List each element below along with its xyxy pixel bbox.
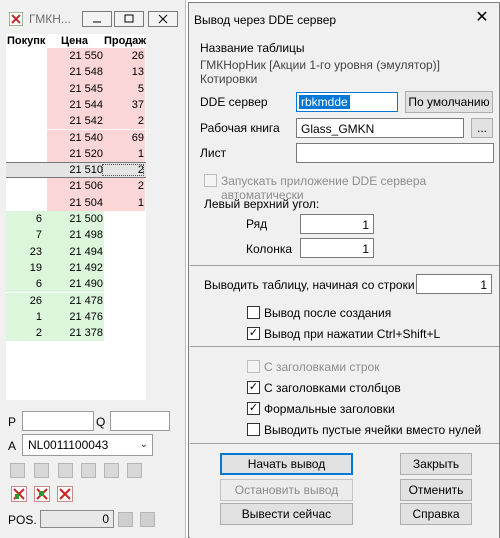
- tool-edit-icon[interactable]: [104, 463, 119, 478]
- sheet-label: Лист: [200, 146, 227, 160]
- browse-button[interactable]: ...: [471, 118, 493, 138]
- close-button[interactable]: [148, 11, 178, 27]
- divider: [190, 443, 499, 444]
- dde-server-label: DDE сервер: [200, 95, 268, 109]
- start-row-input[interactable]: 1: [416, 274, 492, 294]
- workbook-input[interactable]: Glass_GMKN: [296, 118, 464, 138]
- tool-sell-icon[interactable]: [34, 463, 49, 478]
- empty-cells-checkbox[interactable]: [247, 423, 260, 436]
- order-book-table[interactable]: 21 550 26 21 548 13 21 545 5 21 544 37 21 54…: [6, 48, 146, 400]
- order-book-title: ГМКН...: [29, 12, 71, 26]
- order-book-window: ГМКН... Покупк Цена Продаж 21 550 26 21 5…: [0, 0, 186, 538]
- dialog-title: Вывод через DDE сервер: [194, 13, 337, 27]
- table-row[interactable]: 21 544 37: [6, 96, 146, 114]
- position-value: 0: [102, 512, 109, 526]
- table-row[interactable]: 23 21 494: [6, 243, 146, 260]
- dde-dialog: Вывод через DDE сервер ✕ Название таблиц…: [188, 2, 500, 538]
- column-headers-label: С заголовками столбцов: [264, 381, 401, 395]
- table-row[interactable]: 21 542 2: [6, 113, 146, 130]
- after-create-checkbox[interactable]: [247, 306, 260, 319]
- account-label: A: [8, 439, 17, 453]
- order-book-titlebar: ГМКН...: [0, 6, 186, 32]
- autostart-checkbox[interactable]: [204, 174, 217, 187]
- table-row[interactable]: 6 21 490: [6, 276, 146, 293]
- empty-cells-label: Выводить пустые ячейки вместо нулей: [264, 423, 482, 437]
- column-buy[interactable]: Покупк: [7, 35, 45, 47]
- column-sell[interactable]: Продаж: [104, 35, 146, 47]
- minimize-button[interactable]: [82, 11, 112, 27]
- table-row[interactable]: 21 504 1: [6, 194, 146, 211]
- column-input[interactable]: 1: [300, 238, 374, 258]
- table-row[interactable]: 26 21 478: [6, 292, 146, 309]
- table-row[interactable]: 21 545 5: [6, 80, 146, 97]
- help-button[interactable]: Справка: [400, 503, 472, 525]
- top-left-label: Левый верхний угол:: [204, 197, 320, 211]
- cancel-button[interactable]: Отменить: [400, 479, 472, 501]
- cancel-all-orders-icon[interactable]: [57, 486, 73, 502]
- tool-buy-icon[interactable]: [10, 463, 25, 478]
- dde-server-input[interactable]: rbkmdde: [296, 92, 398, 112]
- table-row[interactable]: 7 21 498: [6, 227, 146, 244]
- formal-headers-label: Формальные заголовки: [264, 402, 395, 416]
- column-price[interactable]: Цена: [61, 35, 88, 47]
- quantity-input[interactable]: [110, 411, 170, 431]
- tool-stop-icon[interactable]: [58, 463, 73, 478]
- close-icon: [158, 14, 168, 24]
- quantity-label: Q: [96, 415, 106, 429]
- table-row[interactable]: 6 21 500: [6, 211, 146, 228]
- maximize-icon: [124, 14, 134, 23]
- row-headers-label: С заголовками строк: [264, 360, 380, 374]
- cancel-sell-orders-icon[interactable]: [34, 486, 50, 502]
- account-select[interactable]: NL0011100043 ⌄: [22, 434, 153, 456]
- account-value: NL0011100043: [28, 438, 109, 452]
- position-label: POS.: [8, 513, 37, 527]
- row-headers-checkbox[interactable]: [247, 360, 260, 373]
- start-output-button[interactable]: Начать вывод: [220, 453, 353, 475]
- app-icon: [9, 12, 23, 26]
- after-create-label: Вывод после создания: [264, 306, 392, 320]
- row-label: Ряд: [246, 217, 268, 231]
- table-row-selected[interactable]: 21 510 2: [6, 162, 146, 179]
- position-reverse-icon[interactable]: [140, 512, 155, 527]
- formal-headers-checkbox[interactable]: ✓: [247, 402, 260, 415]
- table-name-value: ГМКНорНик [Акции 1-го уровня (эмулятор)]…: [200, 58, 440, 86]
- tool-settings-icon[interactable]: [127, 463, 142, 478]
- price-input[interactable]: [22, 411, 94, 431]
- close-dialog-button[interactable]: Закрыть: [400, 453, 472, 475]
- row-input[interactable]: 1: [300, 214, 374, 234]
- sheet-input[interactable]: [296, 143, 494, 163]
- price-label: P: [8, 415, 17, 429]
- column-label: Колонка: [246, 242, 293, 256]
- table-row[interactable]: 2 21 378: [6, 325, 146, 342]
- order-book-header: Покупк Цена Продаж: [6, 34, 146, 48]
- position-field: 0: [40, 510, 114, 528]
- maximize-button[interactable]: [114, 11, 144, 27]
- chevron-down-icon: ⌄: [139, 439, 148, 450]
- position-close-icon[interactable]: [118, 512, 133, 527]
- tool-order-icon[interactable]: [81, 463, 96, 478]
- table-row[interactable]: 1 21 476: [6, 308, 146, 326]
- table-row[interactable]: 21 540 69: [6, 129, 146, 146]
- stop-output-button[interactable]: Остановить вывод: [220, 479, 353, 501]
- hotkey-checkbox[interactable]: ✓: [247, 327, 260, 340]
- dialog-body: Название таблицы ГМКНорНик [Акции 1-го у…: [190, 32, 499, 538]
- minimize-icon: [93, 21, 101, 23]
- start-row-label: Выводить таблицу, начиная со строки: [204, 278, 415, 292]
- table-row[interactable]: 21 548 13: [6, 64, 146, 81]
- workbook-label: Рабочая книга: [200, 121, 280, 135]
- table-row[interactable]: 21 506 2: [6, 178, 146, 195]
- table-row[interactable]: 21 520 1: [6, 145, 146, 163]
- output-now-button[interactable]: Вывести сейчас: [220, 503, 353, 525]
- cancel-buy-orders-icon[interactable]: [11, 486, 27, 502]
- close-icon: ✕: [475, 9, 489, 26]
- table-name-label: Название таблицы: [200, 41, 305, 55]
- table-row[interactable]: 19 21 492: [6, 259, 146, 277]
- dialog-close-button[interactable]: ✕: [465, 3, 499, 31]
- hotkey-label: Вывод при нажатии Ctrl+Shift+L: [264, 327, 441, 341]
- divider: [190, 265, 499, 266]
- divider: [190, 346, 499, 347]
- default-button[interactable]: По умолчанию: [405, 91, 493, 113]
- table-row[interactable]: 21 550 26: [6, 48, 146, 65]
- column-headers-checkbox[interactable]: ✓: [247, 381, 260, 394]
